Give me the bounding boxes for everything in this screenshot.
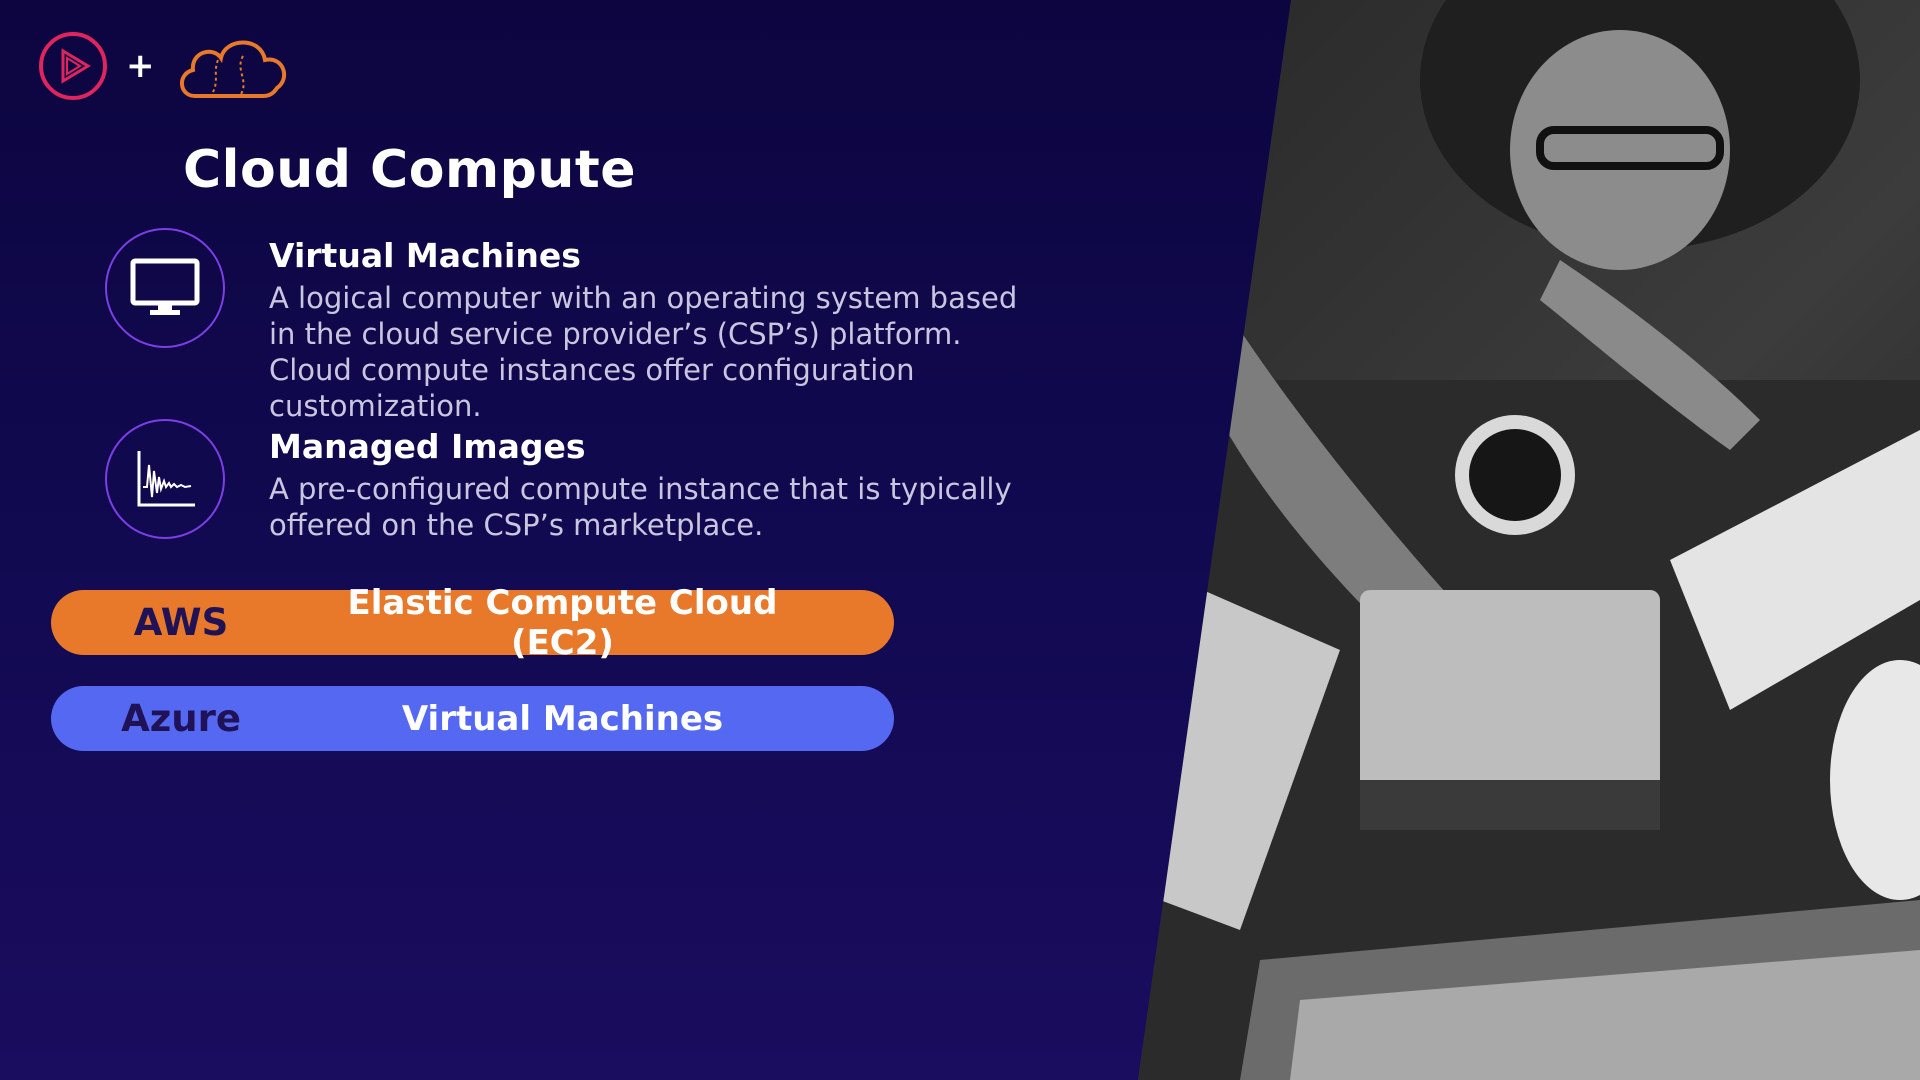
- feature-heading: Virtual Machines: [269, 236, 581, 275]
- azure-service-bar: Azure Virtual Machines: [51, 686, 894, 751]
- plus-symbol: +: [126, 46, 155, 86]
- aws-service-bar: AWS Elastic Compute Cloud (EC2): [51, 583, 894, 663]
- provider-name: Azure: [121, 697, 241, 740]
- cloud-logo-icon: [179, 40, 286, 98]
- feature-description: A pre-configured compute instance that i…: [269, 472, 1012, 542]
- feature-description: A logical computer with an operating sys…: [269, 281, 1018, 423]
- feature-managed-images: Managed Images A pre-configured compute …: [105, 419, 1049, 543]
- header-logos: +: [38, 30, 293, 102]
- feature-heading: Managed Images: [269, 427, 586, 466]
- service-name: Virtual Machines: [401, 698, 724, 739]
- waveform-icon: [137, 451, 195, 507]
- feature-icon-circle: [105, 419, 225, 539]
- provider-name: AWS: [133, 601, 229, 644]
- slide-title: Cloud Compute: [183, 140, 636, 200]
- monitor-icon: [130, 258, 200, 315]
- service-name: Elastic Compute Cloud (EC2): [347, 582, 778, 663]
- play-logo-icon: [39, 32, 107, 100]
- feature-virtual-machines: Virtual Machines A logical computer with…: [105, 228, 1049, 424]
- feature-icon-circle: [105, 228, 225, 348]
